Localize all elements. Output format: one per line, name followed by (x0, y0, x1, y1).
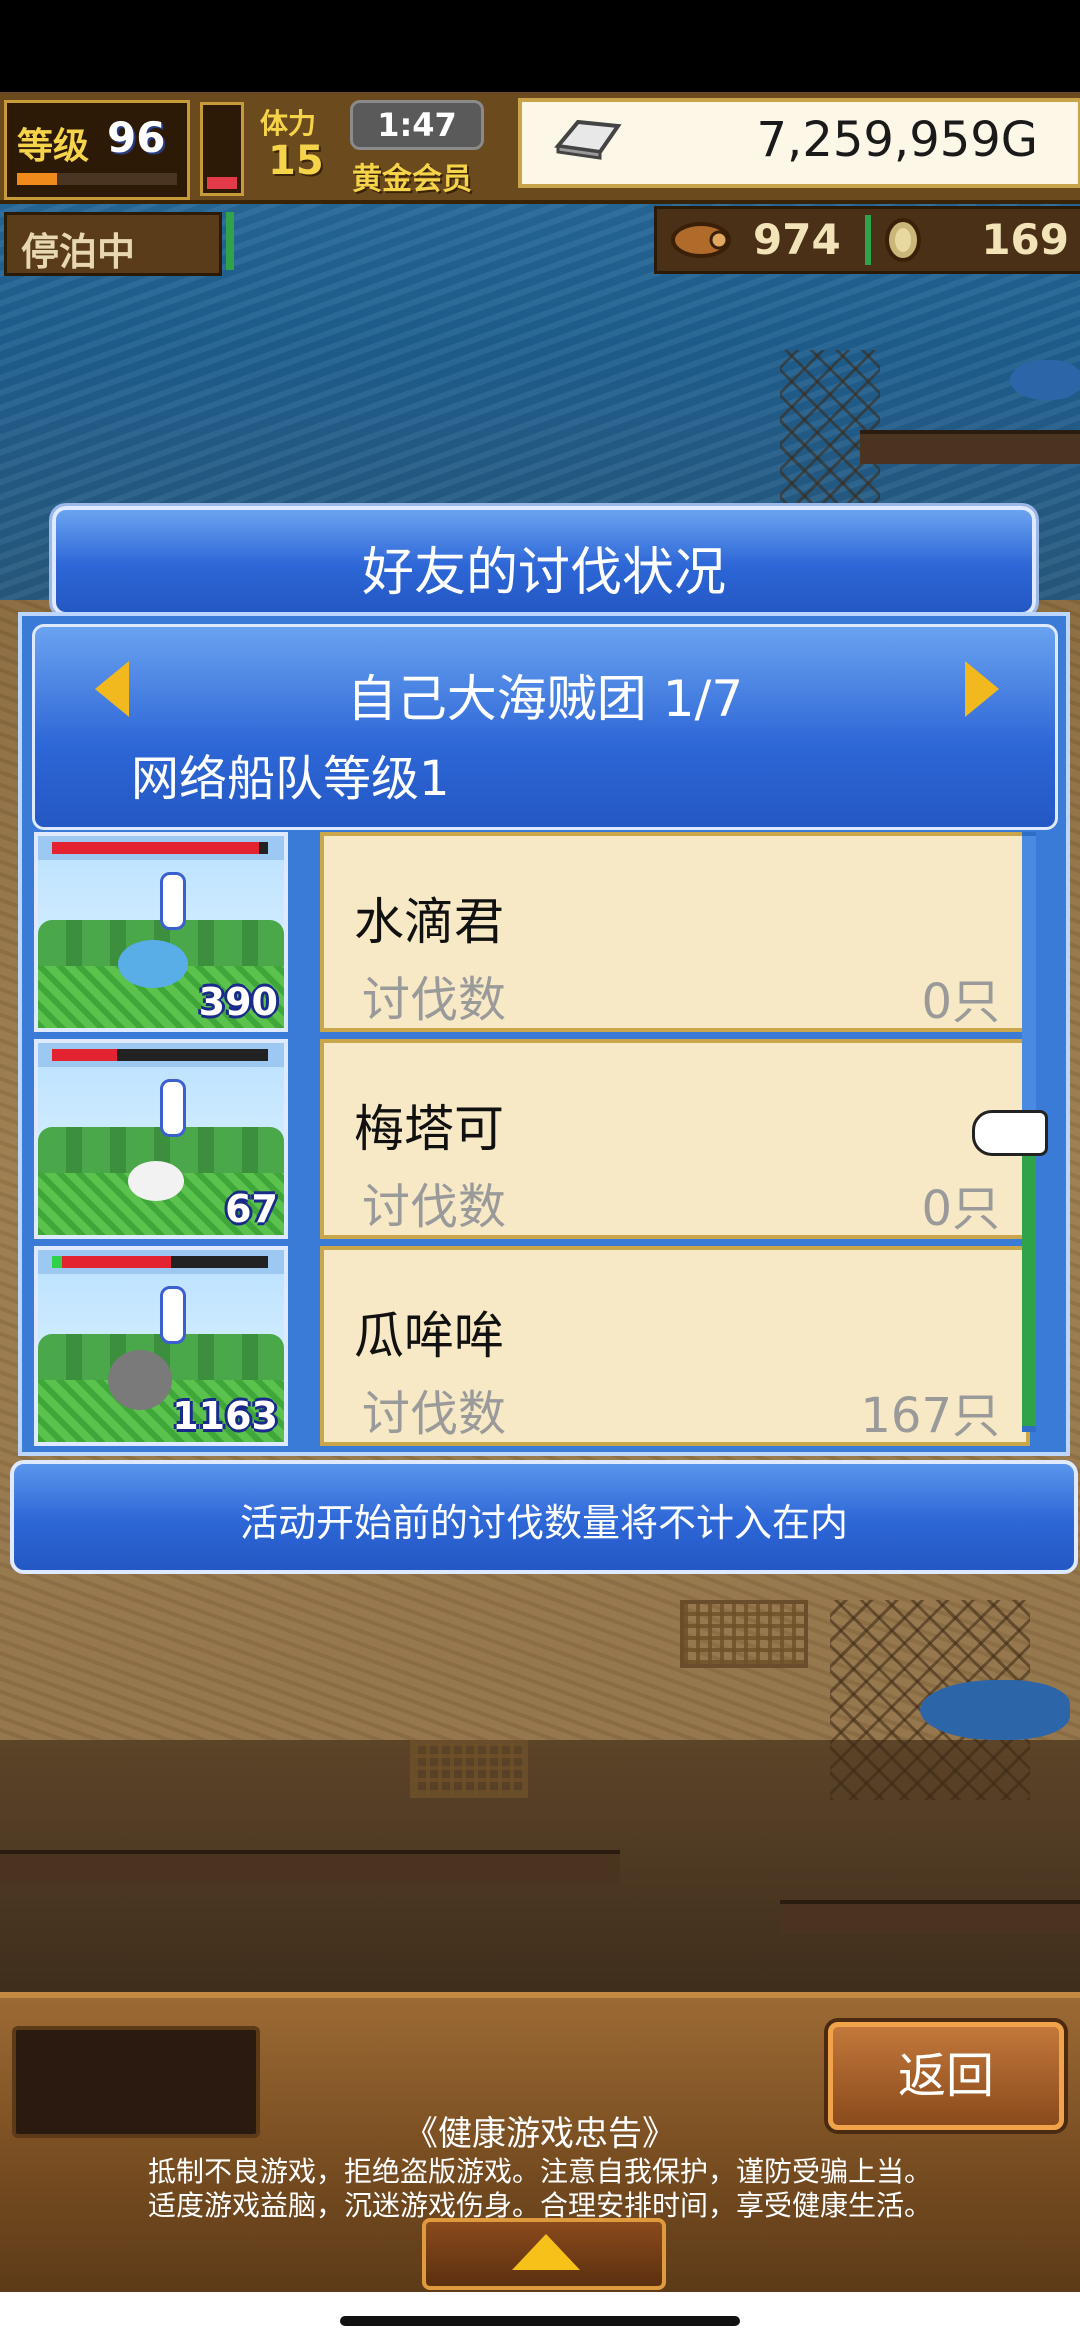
monster-sprite (108, 1350, 172, 1410)
dialog-title: 好友的讨伐状况 (361, 543, 726, 603)
monster-count: 67 (225, 1187, 278, 1231)
monster-count: 1163 (172, 1394, 278, 1438)
hp-gauge (200, 102, 244, 196)
monster-name: 水滴君 (354, 893, 504, 951)
arrow-up-icon (512, 2234, 580, 2270)
deck-hatch (680, 1600, 808, 1668)
kill-count-label: 讨伐数 (362, 972, 507, 1028)
level-value: 96 (107, 113, 166, 162)
hand-pointer-icon (972, 1110, 1048, 1156)
notice-text: 活动开始前的讨伐数量将不计入在内 (239, 1501, 848, 1545)
group-name: 自己大海贼团 1/7 (346, 670, 744, 728)
level-label: 等级 (17, 126, 90, 167)
wood-count: 974 (753, 215, 841, 264)
exclamation-icon (160, 872, 186, 930)
home-indicator[interactable] (340, 2316, 740, 2326)
monster-card: 水滴君 讨伐数 0只 (320, 832, 1030, 1032)
deck-rail (0, 1850, 620, 1884)
expand-menu-button[interactable] (422, 2218, 666, 2290)
experience-bar (17, 173, 177, 185)
dialog-title-bar: 好友的讨伐状况 (52, 506, 1036, 616)
monster-hp-fill (52, 1049, 117, 1061)
resource-separator (865, 215, 871, 265)
monster-thumbnail: 390 (34, 832, 288, 1032)
monster-hp-bar (52, 1256, 268, 1268)
top-hud: 等级 96 体力 15 1:47 黄金会员 7,259,959G (0, 92, 1080, 204)
monster-card: 梅塔可 讨伐数 0只 (320, 1039, 1030, 1239)
health-notice-title: 《健康游戏忠告》 (404, 2114, 676, 2154)
monster-name: 瓜哞哞 (354, 1307, 504, 1365)
docked-status[interactable]: 停泊中 (4, 212, 222, 276)
monster-hp-fill (52, 1256, 171, 1268)
arrow-right-icon[interactable] (965, 661, 999, 717)
notice-banner: 活动开始前的讨伐数量将不计入在内 (10, 1460, 1078, 1574)
monster-hp-bar (52, 842, 268, 854)
silver-bar-icon (554, 119, 622, 160)
monster-count: 390 (198, 980, 278, 1024)
coin-icon (885, 218, 921, 262)
kill-count-value: 167只 (860, 1388, 1000, 1444)
status-bar (0, 0, 1080, 92)
fish-decoration (1010, 360, 1080, 400)
monster-list[interactable]: 390 水滴君 讨伐数 0只 67 梅塔可 讨伐数 0只 1163 瓜哞哞 讨伐… (30, 828, 1040, 1446)
list-item[interactable]: 390 水滴君 讨伐数 0只 (30, 828, 1040, 1032)
monster-hp-bar (52, 1049, 268, 1061)
kill-count-value: 0只 (921, 974, 1000, 1030)
fleet-level: 网络船队等级1 (131, 751, 450, 807)
stamina-label: 体力 (260, 107, 317, 140)
group-header: 自己大海贼团 1/7 网络船队等级1 (32, 624, 1058, 830)
level-panel: 等级 96 (4, 100, 190, 200)
membership-badge[interactable]: 黄金会员 (352, 154, 472, 198)
stamina-value: 15 (268, 138, 324, 184)
fish-decoration (920, 1680, 1070, 1740)
game-clock: 1:47 (350, 100, 484, 150)
money-panel[interactable]: 7,259,959G (518, 98, 1080, 188)
monster-sprite (118, 940, 188, 988)
dialog-body: 自己大海贼团 1/7 网络船队等级1 390 水滴君 讨伐数 0只 67 梅塔可… (18, 612, 1070, 1456)
monster-hp-marker (52, 1256, 62, 1268)
exclamation-icon (160, 1286, 186, 1344)
stamina-panel: 体力 15 (252, 98, 352, 194)
list-item[interactable]: 1163 瓜哞哞 讨伐数 167只 (30, 1242, 1040, 1446)
kill-count-label: 讨伐数 (362, 1386, 507, 1442)
coin-count: 169 (981, 215, 1069, 264)
deck-hatch (410, 1740, 528, 1798)
hp-gauge-fill (207, 177, 237, 189)
home-indicator-area (0, 2292, 1080, 2340)
kill-count-value: 0只 (921, 1181, 1000, 1237)
kill-count-label: 讨伐数 (362, 1179, 507, 1235)
monster-name: 梅塔可 (354, 1100, 504, 1158)
deck-rail (860, 430, 1080, 464)
monster-thumbnail: 67 (34, 1039, 288, 1239)
status-indicator (226, 212, 234, 270)
resource-panel: 974 169 (654, 206, 1080, 274)
monster-card: 瓜哞哞 讨伐数 167只 (320, 1246, 1030, 1446)
exclamation-icon (160, 1079, 186, 1137)
experience-bar-fill (17, 173, 57, 185)
scrollbar-thumb-lower (1022, 1156, 1036, 1426)
monster-thumbnail: 1163 (34, 1246, 288, 1446)
list-item[interactable]: 67 梅塔可 讨伐数 0只 (30, 1035, 1040, 1239)
monster-sprite (128, 1161, 184, 1201)
bottom-bar: 返回 《健康游戏忠告》 抵制不良游戏，拒绝盗版游戏。注意自我保护，谨防受骗上当。… (0, 1992, 1080, 2298)
deck-rail (780, 1900, 1080, 1934)
docked-status-text: 停泊中 (21, 230, 136, 274)
monster-hp-fill (52, 842, 260, 854)
wood-log-icon (671, 222, 731, 258)
money-value: 7,259,959G (756, 112, 1038, 168)
